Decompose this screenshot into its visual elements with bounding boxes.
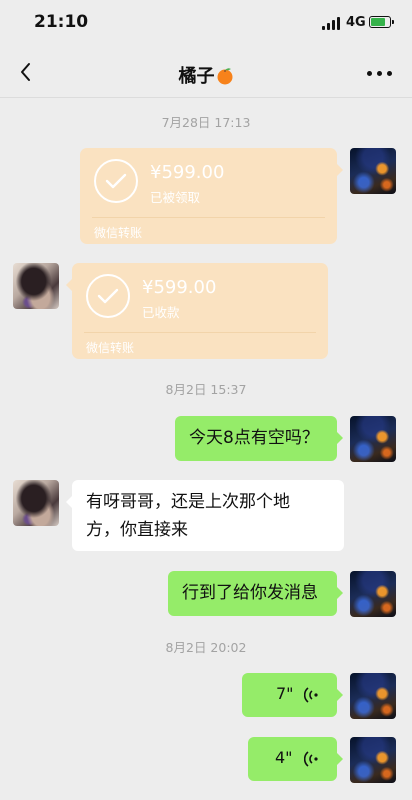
orange-emoji-icon <box>217 68 232 85</box>
signal-icon <box>322 17 342 30</box>
message-text-line: 方，你直接来 <box>86 520 188 540</box>
voice-wave-icon <box>304 687 318 703</box>
network-label: 4G <box>346 15 366 30</box>
transfer-amount: ¥599.00 <box>142 277 217 298</box>
my-avatar[interactable] <box>350 737 396 783</box>
my-avatar[interactable] <box>350 673 396 719</box>
transfer-label: 微信转账 <box>94 226 143 240</box>
transfer-status: 已收款 <box>142 305 180 320</box>
more-options-button[interactable] <box>364 60 396 86</box>
transfer-status: 已被领取 <box>150 190 201 205</box>
transfer-card-sent[interactable]: ¥599.00 已被领取 微信转账 <box>80 148 343 244</box>
battery-icon <box>369 16 394 28</box>
message-bubble-sent[interactable]: 行到了给你发消息 <box>168 571 343 616</box>
contact-avatar[interactable] <box>13 263 59 309</box>
voice-duration: 7" <box>276 684 294 703</box>
status-bar: 21:10 4G <box>0 0 412 48</box>
timestamp: 8月2日 20:02 <box>165 640 247 655</box>
voice-message[interactable]: 4" <box>248 737 343 781</box>
check-icon <box>94 159 138 203</box>
status-time: 21:10 <box>34 12 89 32</box>
timestamp: 8月2日 15:37 <box>165 382 247 397</box>
chat-header: 橘子 <box>0 48 412 98</box>
transfer-divider <box>92 217 325 218</box>
message-bubble-sent[interactable]: 今天8点有空吗？ <box>175 416 343 461</box>
message-text: 行到了给你发消息 <box>182 583 318 603</box>
my-avatar[interactable] <box>350 148 396 194</box>
check-icon <box>86 274 130 318</box>
contact-name: 橘子 <box>178 66 215 87</box>
my-avatar[interactable] <box>350 571 396 617</box>
timestamp: 7月28日 17:13 <box>161 115 251 130</box>
message-text: 今天8点有空吗？ <box>189 428 319 448</box>
message-text-line: 有呀哥哥，还是上次那个地 <box>86 492 290 512</box>
message-bubble-received[interactable]: 有呀哥哥，还是上次那个地 方，你直接来 <box>66 480 344 551</box>
my-avatar[interactable] <box>350 416 396 462</box>
transfer-label: 微信转账 <box>86 341 135 355</box>
voice-wave-icon <box>304 751 318 767</box>
transfer-divider <box>84 332 316 333</box>
chat-title: 橘子 <box>0 62 412 88</box>
voice-message[interactable]: 7" <box>242 673 343 717</box>
voice-duration: 4" <box>275 748 293 767</box>
transfer-amount: ¥599.00 <box>150 162 225 183</box>
contact-avatar[interactable] <box>13 480 59 526</box>
transfer-card-received[interactable]: ¥599.00 已收款 微信转账 <box>66 263 328 359</box>
